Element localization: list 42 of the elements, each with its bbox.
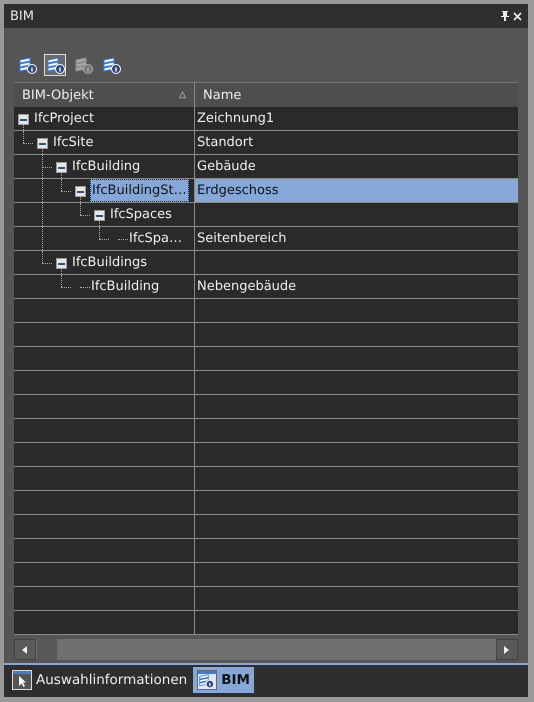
sort-icon: △ (179, 90, 186, 100)
name-label: Nebengebäude (197, 279, 296, 294)
object-label: IfcProject (33, 110, 96, 128)
collapse-icon[interactable] (56, 258, 67, 269)
panel-title: BIM (10, 8, 35, 24)
scroll-left-button[interactable] (14, 639, 36, 660)
scrollbar-thumb[interactable] (37, 639, 57, 660)
scroll-right-button[interactable] (496, 639, 518, 660)
collapse-icon[interactable] (18, 114, 29, 125)
tree-row[interactable]: IfcProject Zeichnung1 (14, 107, 518, 131)
bim-icon (197, 670, 218, 690)
object-label: IfcSite (52, 134, 95, 152)
tree-row[interactable]: IfcSite Standort (14, 131, 518, 155)
cursor-icon (12, 670, 32, 690)
name-label: Zeichnung1 (197, 111, 274, 126)
name-label: Gebäude (197, 159, 256, 174)
pin-icon[interactable] (501, 11, 509, 21)
panel-tab[interactable]: Auswahlinformationen (8, 667, 192, 693)
object-label: IfcSpa… (128, 230, 184, 248)
panel-tab[interactable]: BIM (193, 667, 254, 693)
tree-row[interactable]: IfcBuildings (14, 251, 518, 275)
column-header[interactable]: Name (195, 83, 518, 107)
object-label: IfcBuilding (71, 158, 142, 176)
close-icon[interactable] (513, 12, 522, 20)
collapse-icon[interactable] (94, 210, 105, 221)
object-label: IfcBuilding (90, 278, 160, 296)
name-label: Standort (197, 135, 254, 150)
object-label: IfcBuildingSt… (90, 179, 189, 202)
right-arrow-icon (504, 646, 510, 654)
collapse-icon[interactable] (75, 186, 86, 197)
collapse-icon[interactable] (56, 162, 67, 173)
name-label: Erdgeschoss (197, 183, 278, 198)
tree-row[interactable]: IfcBuilding Nebengebäude (14, 275, 518, 299)
object-label: IfcBuildings (71, 254, 148, 272)
column-header[interactable]: BIM-Objekt △ (14, 83, 195, 107)
object-label: IfcSpaces (109, 206, 173, 224)
collapse-icon[interactable] (37, 138, 48, 149)
bim-tool-button[interactable] (44, 54, 66, 76)
tree-row[interactable]: IfcSpaces (14, 203, 518, 227)
name-label: Seitenbereich (197, 231, 287, 246)
left-arrow-icon (22, 646, 28, 654)
tree-row[interactable]: IfcSpa… Seitenbereich (14, 227, 518, 251)
